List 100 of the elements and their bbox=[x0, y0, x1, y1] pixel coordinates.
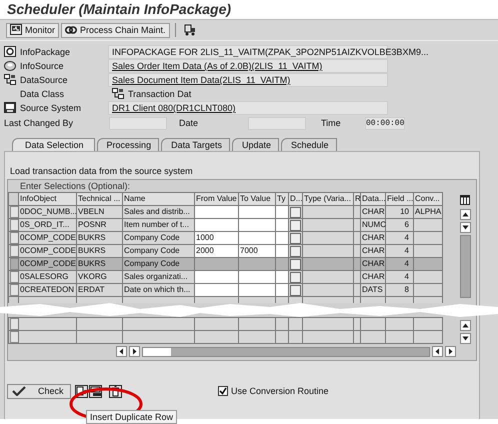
scroll-thumb[interactable] bbox=[143, 348, 171, 356]
table-cell: 0COMP_CODE bbox=[20, 259, 76, 268]
column-header[interactable]: Conv... bbox=[414, 192, 442, 206]
table-cell: 4 bbox=[404, 233, 409, 242]
row-selector[interactable] bbox=[10, 232, 20, 244]
tab[interactable]: Schedule bbox=[280, 138, 337, 151]
field-label: DataSource bbox=[20, 75, 68, 85]
scroll-left-icon bbox=[116, 346, 127, 357]
scroll-up-icon bbox=[460, 209, 470, 220]
row-selector[interactable] bbox=[10, 219, 20, 231]
monitor-icon bbox=[10, 24, 22, 36]
column-header[interactable]: Field ... bbox=[386, 192, 414, 206]
field-label: Time bbox=[320, 118, 342, 128]
chain-icon bbox=[65, 24, 78, 36]
scroll-down-icon bbox=[460, 222, 470, 233]
tab[interactable]: Processing bbox=[96, 138, 160, 151]
horizontal-scrollbar[interactable] bbox=[116, 346, 456, 357]
check-button[interactable]: Check bbox=[7, 384, 71, 398]
dropdown-button[interactable] bbox=[290, 284, 301, 296]
table-cell: 10 bbox=[400, 207, 409, 216]
table-cell: 0COMP_CODE bbox=[20, 233, 76, 242]
row-selector[interactable] bbox=[10, 245, 20, 257]
table-cell: Company Code bbox=[124, 246, 180, 255]
checkbox[interactable] bbox=[218, 386, 228, 396]
changed-by-field bbox=[109, 116, 167, 130]
hierarchy-icon bbox=[112, 88, 124, 100]
row-selector[interactable] bbox=[10, 284, 20, 296]
dropdown-button[interactable] bbox=[290, 272, 301, 282]
scroll-right-icon bbox=[445, 346, 456, 357]
row-selector[interactable] bbox=[10, 318, 20, 330]
row-selector[interactable] bbox=[10, 331, 20, 343]
table-cell: Sales organizati... bbox=[124, 272, 188, 281]
column-settings-icon bbox=[460, 195, 470, 205]
dropdown-button[interactable] bbox=[290, 258, 301, 270]
toolbar-button[interactable]: Process Chain Maint. bbox=[61, 22, 170, 38]
tab[interactable]: Update bbox=[232, 138, 279, 151]
dropdown-button[interactable] bbox=[290, 246, 301, 256]
hierarchy-icon bbox=[4, 74, 16, 86]
field-value: Transaction Dat bbox=[128, 89, 192, 99]
scroll-left-icon bbox=[432, 346, 443, 357]
column-header[interactable]: Ty bbox=[276, 192, 288, 206]
table-cell: ERDAT bbox=[78, 285, 105, 294]
table-cell: VBELN bbox=[78, 207, 104, 216]
field-label: Date bbox=[178, 118, 200, 128]
table-cell: CHAR bbox=[362, 259, 385, 268]
row-selector[interactable] bbox=[10, 206, 20, 218]
table-cell: 4 bbox=[404, 246, 409, 255]
table-cell: Date on which th... bbox=[124, 285, 190, 294]
scroll-right-icon bbox=[129, 346, 140, 357]
dropdown-button[interactable] bbox=[290, 206, 301, 218]
table-cell: CHAR bbox=[362, 207, 385, 216]
table-cell: NUMC bbox=[362, 220, 386, 229]
dropdown-button[interactable] bbox=[290, 220, 301, 230]
field-label: Last Changed By bbox=[4, 118, 74, 128]
scroll-up-icon bbox=[460, 320, 470, 331]
column-header[interactable]: From Value bbox=[194, 192, 238, 206]
tab[interactable]: Data Selection bbox=[12, 138, 95, 151]
server-icon bbox=[4, 102, 16, 114]
checkmark-icon bbox=[12, 386, 26, 396]
checkmark-icon bbox=[219, 387, 227, 395]
column-header[interactable]: To Value bbox=[238, 192, 276, 206]
column-header[interactable]: D... bbox=[288, 192, 302, 206]
row-selector[interactable] bbox=[10, 271, 20, 283]
table-cell: 0S_ORD_IT... bbox=[20, 220, 70, 229]
field-value: INFOPACKAGE FOR 2LIS_11_VAITM(ZPAK_3PO2NP51AIZKVOLBE3BXM9... bbox=[112, 47, 428, 57]
table-cell: Item number of t... bbox=[124, 220, 189, 229]
table-cell: VKORG bbox=[78, 272, 107, 281]
column-header[interactable]: Type (Varia... bbox=[302, 192, 354, 206]
tooltip: Insert Duplicate Row bbox=[86, 410, 178, 424]
truck-icon[interactable] bbox=[184, 24, 196, 36]
scroll-down-icon bbox=[460, 333, 470, 344]
table-cell: Company Code bbox=[124, 233, 180, 242]
table-cell: BUKRS bbox=[78, 259, 106, 268]
column-header[interactable]: Technical ... bbox=[76, 192, 122, 206]
package-icon bbox=[4, 46, 16, 58]
table-cell: ALPHA bbox=[415, 207, 442, 216]
table-cell: 0COMP_CODE bbox=[20, 246, 76, 255]
table-cell: CHAR bbox=[362, 246, 385, 255]
toolbar-button[interactable]: Monitor bbox=[6, 22, 60, 38]
column-header[interactable]: Name bbox=[122, 192, 194, 206]
table-cell: CHAR bbox=[362, 233, 385, 242]
table-cell: 8 bbox=[404, 285, 409, 294]
date-field bbox=[248, 116, 306, 130]
table-cell: 0DOC_NUMB... bbox=[20, 207, 77, 216]
table-cell: 6 bbox=[404, 220, 409, 229]
table-cell: Company Code bbox=[124, 259, 180, 268]
table-cell: 4 bbox=[404, 259, 409, 268]
table-cell: 0CREATEDON bbox=[20, 285, 74, 294]
tab[interactable]: Data Targets bbox=[161, 138, 230, 151]
table-cell: BUKRS bbox=[78, 246, 106, 255]
vertical-scrollbar[interactable] bbox=[460, 209, 470, 298]
dropdown-button[interactable] bbox=[290, 232, 301, 244]
table-cell: BUKRS bbox=[78, 233, 106, 242]
field-label: Data Class bbox=[20, 89, 64, 99]
field-label: InfoPackage bbox=[20, 47, 70, 57]
description-text: Load transaction data from the source system bbox=[9, 165, 194, 178]
column-header[interactable]: Data... bbox=[360, 192, 386, 206]
table-title: Enter Selections (Optional): bbox=[19, 180, 132, 192]
column-header[interactable]: InfoObject bbox=[18, 192, 76, 206]
field-label: InfoSource bbox=[20, 61, 64, 71]
